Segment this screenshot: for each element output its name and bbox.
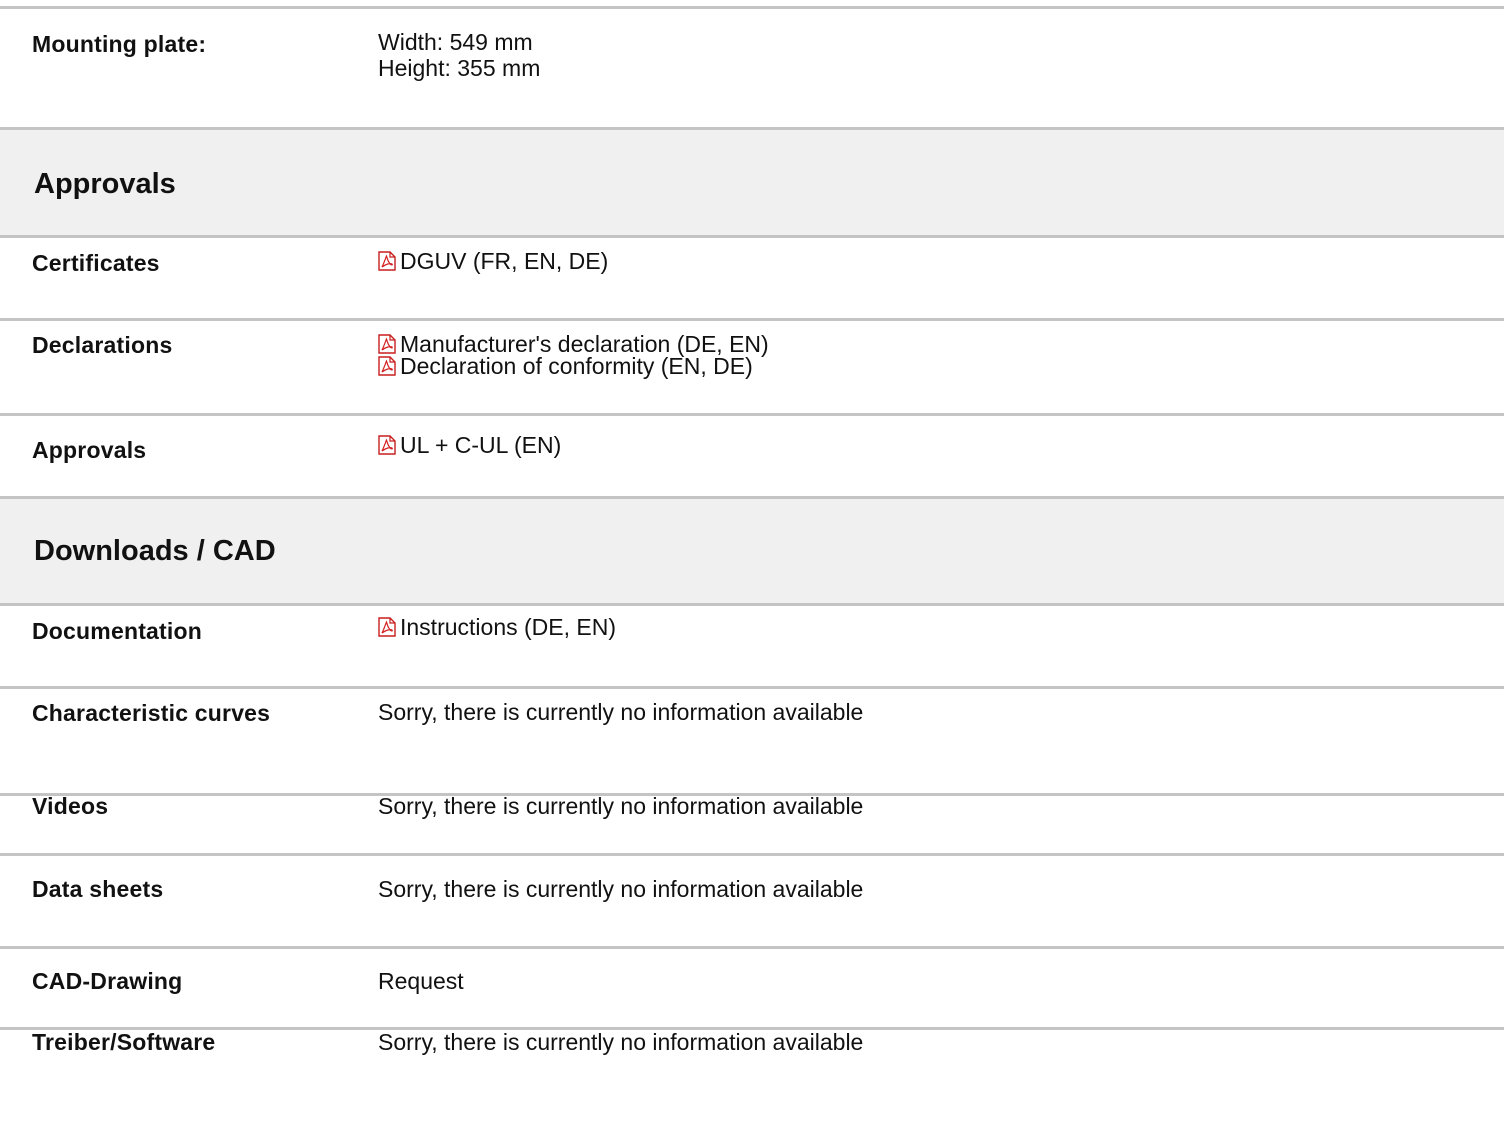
certificates-label: Certificates [32,250,160,276]
declaration-link-manufacturer[interactable]: Manufacturer's declaration (DE, EN) [378,331,769,357]
characteristic-curves-value: Sorry, there is currently no information… [378,699,864,725]
mounting-plate-label: Mounting plate: [32,31,207,57]
documentation-instructions-text[interactable]: Instructions (DE, EN) [400,614,616,640]
certificates-value: DGUV (FR, EN, DE) [378,248,608,274]
section-approvals-title: Approvals [34,168,176,200]
row-documentation: Documentation Instructions (DE, EN) [0,603,1504,686]
declaration-link-conformity[interactable]: Declaration of conformity (EN, DE) [378,353,769,379]
pdf-file-icon [378,617,396,637]
documentation-label: Documentation [32,618,202,644]
section-downloads-cad: Downloads / CAD [0,496,1504,603]
approvals-label: Approvals [32,437,147,463]
top-divider [0,0,1504,9]
mounting-plate-height: Height: 355 mm [378,55,541,81]
pdf-file-icon [378,356,396,376]
data-sheets-value: Sorry, there is currently no information… [378,876,864,902]
documentation-link-instructions[interactable]: Instructions (DE, EN) [378,614,616,640]
section-downloads-title: Downloads / CAD [34,535,276,567]
videos-value: Sorry, there is currently no information… [378,793,864,819]
declarations-label: Declarations [32,332,173,358]
declaration-conformity-text[interactable]: Declaration of conformity (EN, DE) [400,353,753,379]
row-approvals: Approvals UL + C-UL (EN) [0,413,1504,496]
mounting-plate-value: Width: 549 mm Height: 355 mm [378,29,540,81]
row-data-sheets: Data sheets Sorry, there is currently no… [0,854,1504,946]
approval-link-ul[interactable]: UL + C-UL (EN) [378,432,561,458]
mounting-plate-width: Width: 549 mm [378,29,533,55]
row-treiber-software: Treiber/Software Sorry, there is current… [0,1028,1504,1118]
approval-ul-text[interactable]: UL + C-UL (EN) [400,432,561,458]
row-cad-drawing: CAD-Drawing Request [0,946,1504,1028]
data-sheets-label: Data sheets [32,876,164,902]
certificate-link-dguv[interactable]: DGUV (FR, EN, DE) [378,248,608,274]
divider-treiber-top [0,1027,1504,1030]
certificate-link-text[interactable]: DGUV (FR, EN, DE) [400,248,608,274]
pdf-file-icon [378,435,396,455]
approvals-value: UL + C-UL (EN) [378,432,561,458]
cad-drawing-request-link[interactable]: Request [378,968,464,994]
pdf-file-icon [378,251,396,271]
divider-data-sheets-top [0,853,1504,856]
videos-label: Videos [32,793,109,819]
row-characteristic-curves: Characteristic curves Sorry, there is cu… [0,686,1504,793]
declarations-value: Manufacturer's declaration (DE, EN) Decl… [378,331,769,379]
row-certificates: Certificates DGUV (FR, EN, DE) [0,235,1504,318]
documentation-value: Instructions (DE, EN) [378,614,616,640]
row-declarations: Declarations Manufacturer's declaration … [0,318,1504,413]
characteristic-curves-label: Characteristic curves [32,700,271,726]
treiber-software-label: Treiber/Software [32,1029,216,1055]
cad-drawing-label: CAD-Drawing [32,968,183,994]
section-approvals: Approvals [0,127,1504,235]
treiber-software-value: Sorry, there is currently no information… [378,1029,864,1055]
pdf-file-icon [378,334,396,354]
row-mounting-plate: Mounting plate: Width: 549 mm Height: 35… [0,9,1504,127]
